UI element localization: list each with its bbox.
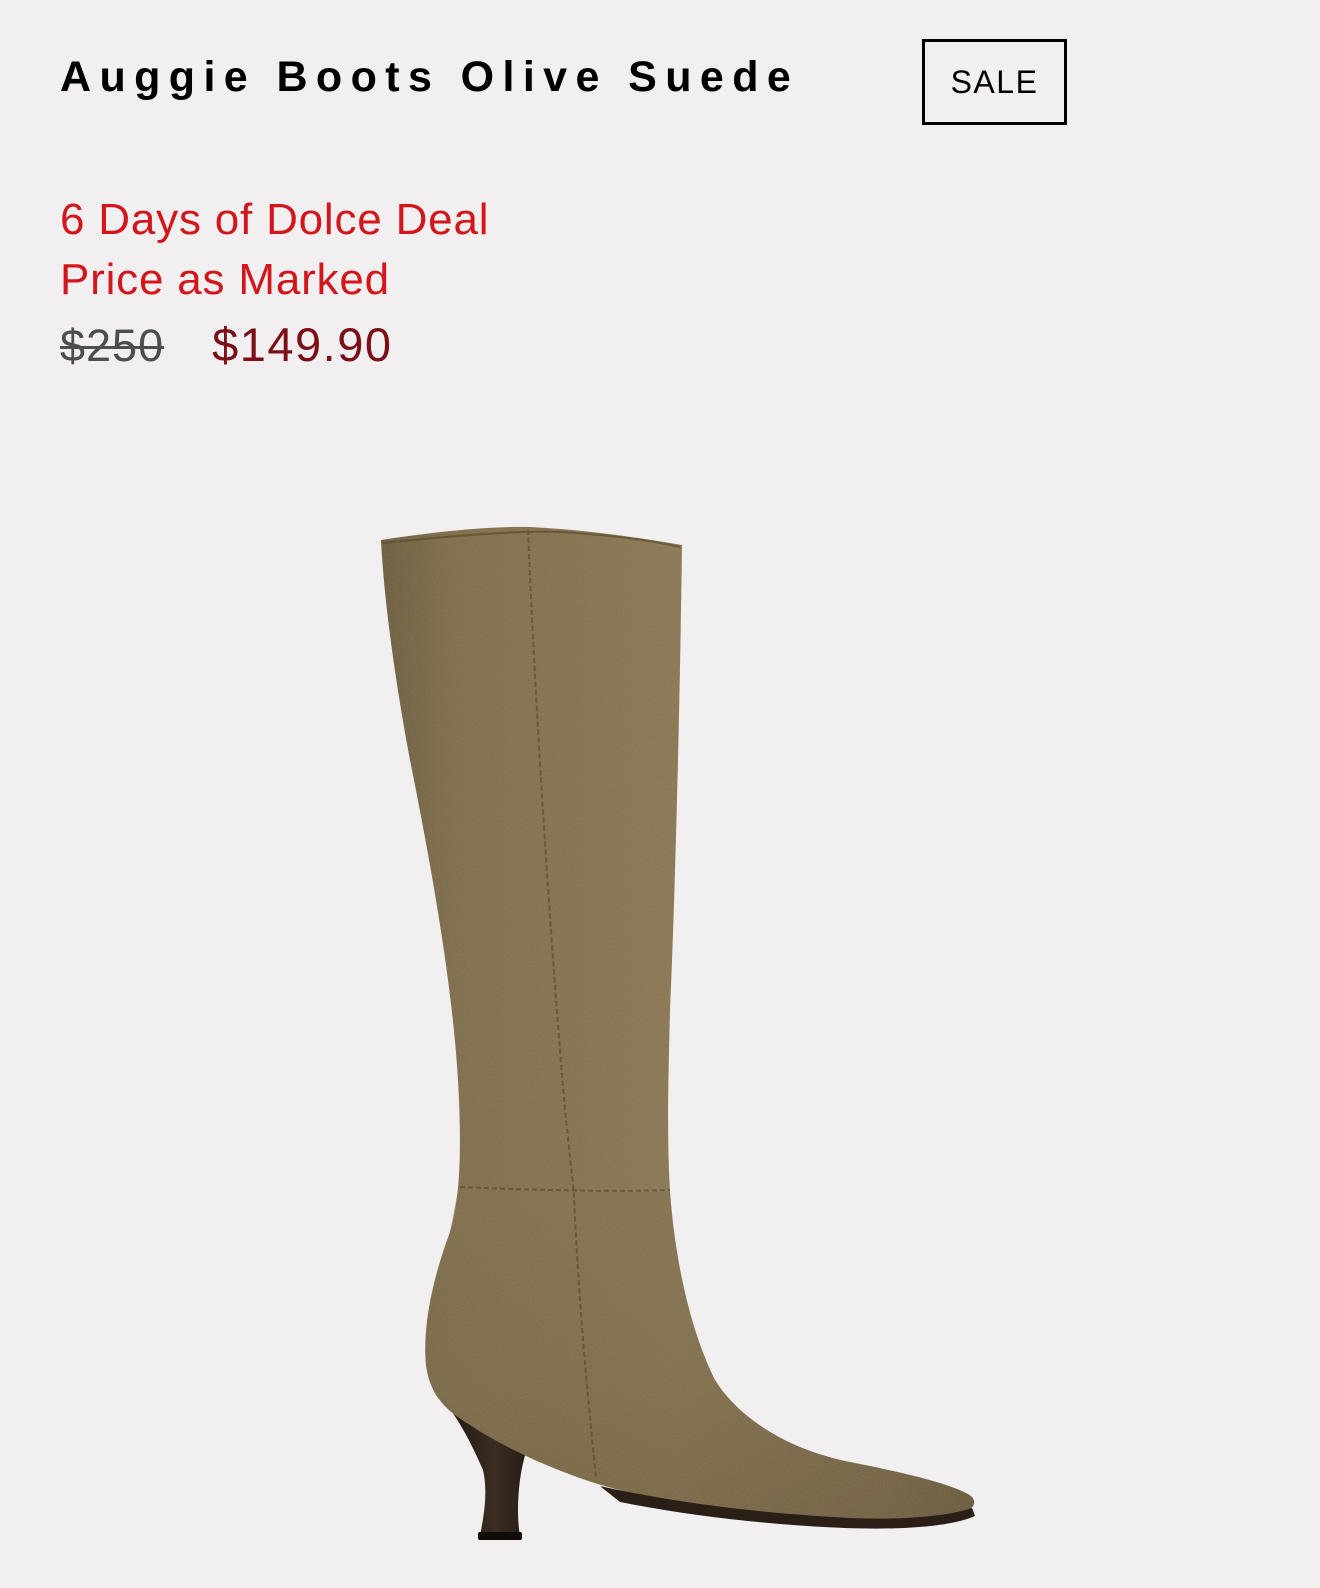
boot-body [381, 526, 975, 1520]
original-price: $250 [60, 320, 165, 371]
promo-headline: 6 Days of Dolce Deal [60, 195, 490, 244]
sale-badge-label: SALE [950, 63, 1039, 100]
price-row: $250 $149.90 [60, 321, 393, 368]
sale-badge: SALE [922, 39, 1067, 125]
promo-subline: Price as Marked [60, 255, 390, 304]
sale-price: $149.90 [212, 318, 393, 371]
product-image[interactable] [0, 500, 1320, 1588]
product-title: Auggie Boots Olive Suede [60, 53, 800, 101]
